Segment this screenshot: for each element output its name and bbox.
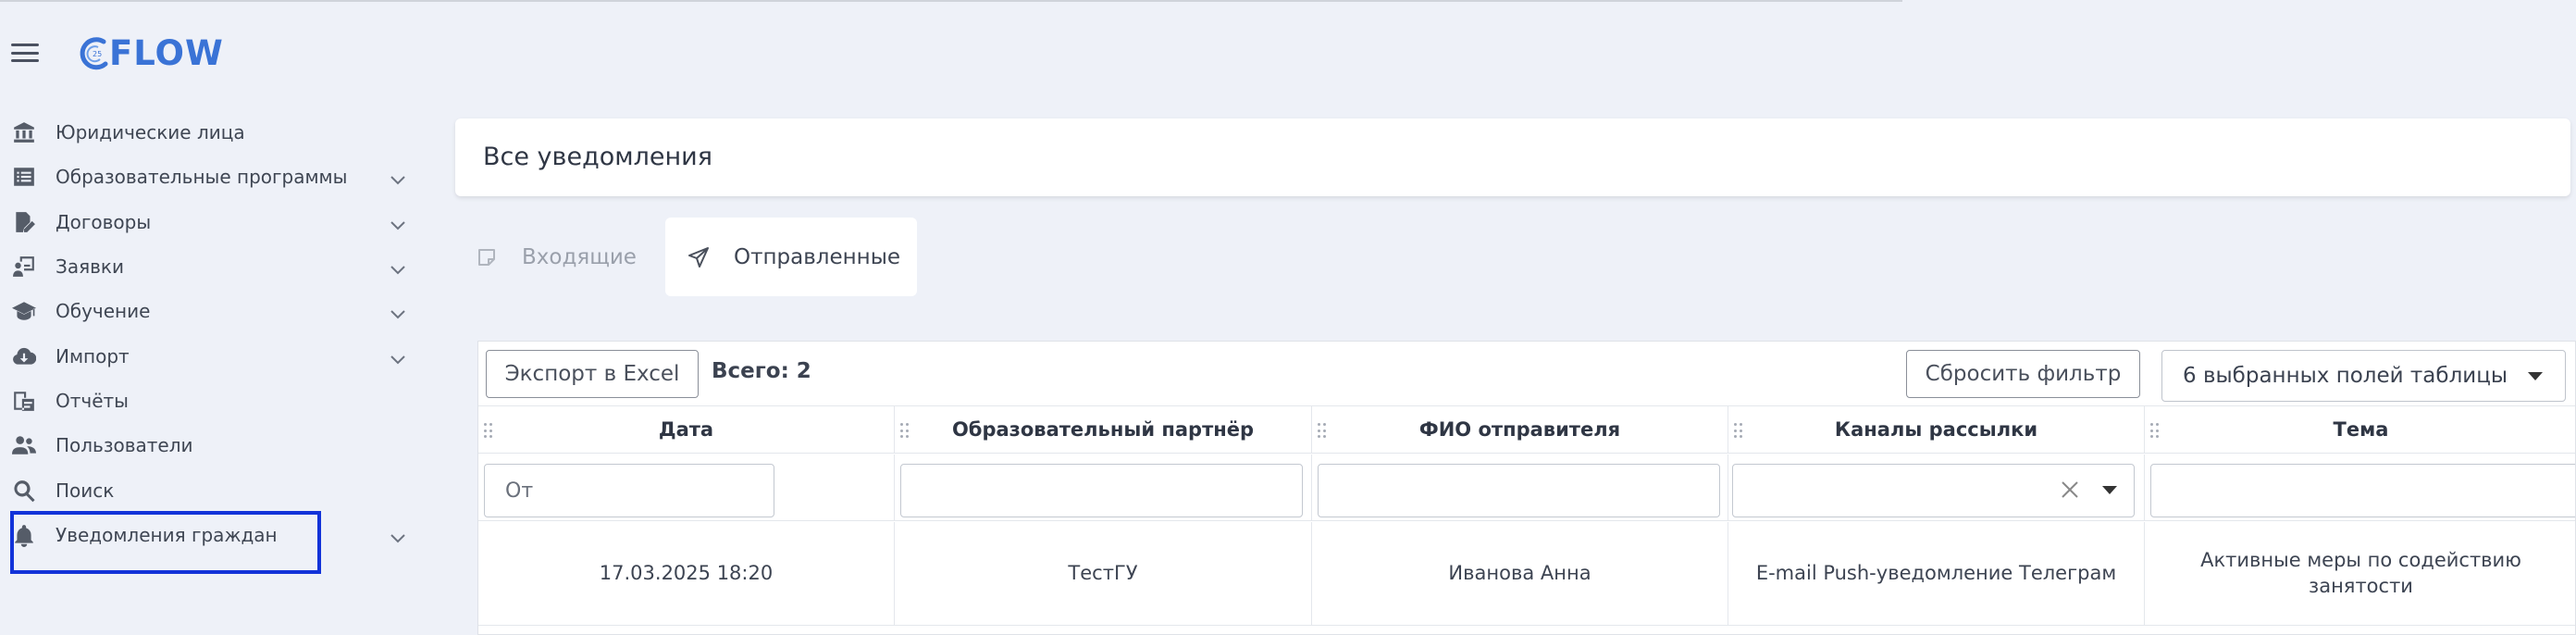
table-fields-select[interactable]: 6 выбранных полей таблицы (2161, 350, 2566, 402)
drag-handle-icon[interactable] (2150, 423, 2160, 440)
inbox-note-icon (478, 248, 495, 266)
graduation-cap-icon (11, 298, 37, 324)
teacher-icon (11, 254, 37, 280)
tab-incoming[interactable]: Входящие (455, 218, 659, 296)
sidebar-item-label: Пользователи (56, 434, 193, 457)
sidebar-item-label: Отчёты (56, 389, 129, 412)
filter-cell (2145, 454, 2575, 520)
column-header[interactable]: Тема (2145, 406, 2575, 453)
drag-handle-icon[interactable] (484, 423, 493, 440)
bank-icon (11, 119, 37, 145)
top-progress-line (0, 0, 1902, 2)
cell-date: 17.03.2025 18:20 (478, 522, 895, 625)
caret-down-icon[interactable] (2102, 486, 2117, 494)
drag-handle-icon[interactable] (900, 423, 910, 440)
cell-partner: ТестГУ (895, 522, 1312, 625)
column-header-label: ФИО отправителя (1418, 418, 1621, 441)
document-edit-icon (11, 209, 37, 235)
sidebar-item-legal-entities[interactable]: Юридические лица (0, 110, 426, 155)
sidebar-item-users[interactable]: Пользователи (0, 423, 426, 467)
list-icon (11, 164, 37, 190)
column-header-label: Дата (658, 418, 714, 441)
table-fields-select-value: 6 выбранных полей таблицы (2183, 364, 2508, 388)
logo-swirl-icon: 25 (80, 36, 108, 69)
notifications-table-panel: Экспорт в Excel Всего: 2 Сбросить фильтр… (477, 341, 2576, 635)
page-header-card: Все уведомления (455, 118, 2570, 196)
sidebar-nav: Юридические лица Образовательные програм… (0, 110, 426, 557)
column-header[interactable]: Каналы рассылки (1728, 406, 2145, 453)
chevron-down-icon (390, 171, 406, 185)
users-icon (11, 432, 37, 458)
page-title: Все уведомления (483, 143, 712, 171)
partner-filter-input[interactable] (900, 464, 1303, 517)
logo-text: FLOW (109, 33, 224, 73)
topic-filter-input[interactable] (2150, 464, 2575, 517)
caret-down-icon (2528, 372, 2543, 380)
reset-filter-button[interactable]: Сбросить фильтр (1906, 350, 2140, 398)
column-header-label: Каналы рассылки (1834, 418, 2038, 441)
reports-icon (11, 388, 37, 414)
hamburger-icon-bar (11, 51, 39, 55)
sidebar-item-search[interactable]: Поиск (0, 467, 426, 512)
drag-handle-icon[interactable] (1318, 423, 1327, 440)
sidebar-item-contracts[interactable]: Договоры (0, 200, 426, 244)
sidebar-item-label: Импорт (56, 344, 130, 367)
selection-highlight-box (10, 511, 321, 574)
filter-cell (895, 454, 1312, 520)
send-icon (688, 246, 709, 268)
date-from-filter[interactable]: От (484, 464, 774, 517)
cell-topic: Активные меры по содействию занятости (2200, 549, 2521, 597)
tab-sent[interactable]: Отправленные (665, 218, 917, 296)
sidebar-item-programs[interactable]: Образовательные программы (0, 155, 426, 199)
column-header[interactable]: Образовательный партнёр (895, 406, 1312, 453)
sidebar-item-label: Образовательные программы (56, 166, 348, 189)
table-row[interactable]: 17.03.2025 18:20 ТестГУ Иванова Анна E-m… (478, 522, 2575, 626)
table-header: Дата Образовательный партнёр ФИО отправи… (478, 405, 2575, 454)
tab-label: Входящие (522, 244, 637, 269)
sidebar-item-label: Обучение (56, 300, 151, 323)
filter-cell (1728, 454, 2145, 520)
tab-label: Отправленные (734, 244, 901, 269)
column-header[interactable]: Дата (478, 406, 895, 453)
filter-row: От (478, 454, 2575, 521)
chevron-down-icon (390, 217, 406, 230)
cloud-download-icon (11, 343, 37, 369)
sidebar-item-applications[interactable]: Заявки (0, 244, 426, 289)
filter-cell: От (478, 454, 895, 520)
chevron-down-icon (390, 351, 406, 365)
svg-text:25: 25 (93, 50, 102, 58)
sidebar-item-label: Юридические лица (56, 121, 245, 144)
cell-sender: Иванова Анна (1312, 522, 1728, 625)
app-logo[interactable]: 25 FLOW (78, 33, 224, 73)
column-header-label: Тема (2333, 418, 2389, 441)
export-excel-button[interactable]: Экспорт в Excel (486, 350, 699, 398)
chevron-down-icon (390, 261, 406, 275)
sidebar-item-label: Поиск (56, 479, 115, 502)
chevron-down-icon (390, 305, 406, 319)
column-header[interactable]: ФИО отправителя (1312, 406, 1728, 453)
sidebar-item-label: Договоры (56, 210, 152, 233)
menu-toggle-button[interactable] (11, 44, 39, 62)
sidebar-item-import[interactable]: Импорт (0, 333, 426, 378)
cell-channels: E-mail Push-уведомление Телеграм (1728, 522, 2145, 625)
sender-filter-input[interactable] (1318, 464, 1720, 517)
sidebar-item-label: Заявки (56, 255, 124, 279)
clear-icon[interactable] (2060, 479, 2080, 500)
sidebar-item-training[interactable]: Обучение (0, 289, 426, 333)
hamburger-icon-bar (11, 59, 39, 62)
date-from-placeholder: От (505, 479, 534, 503)
sidebar-item-reports[interactable]: Отчёты (0, 379, 426, 423)
total-count: Всего: 2 (712, 359, 811, 383)
chevron-down-icon (390, 529, 406, 543)
filter-cell (1312, 454, 1728, 520)
column-header-label: Образовательный партнёр (951, 418, 1255, 441)
search-icon (11, 478, 37, 504)
drag-handle-icon[interactable] (1734, 423, 1743, 440)
hamburger-icon-bar (11, 44, 39, 46)
